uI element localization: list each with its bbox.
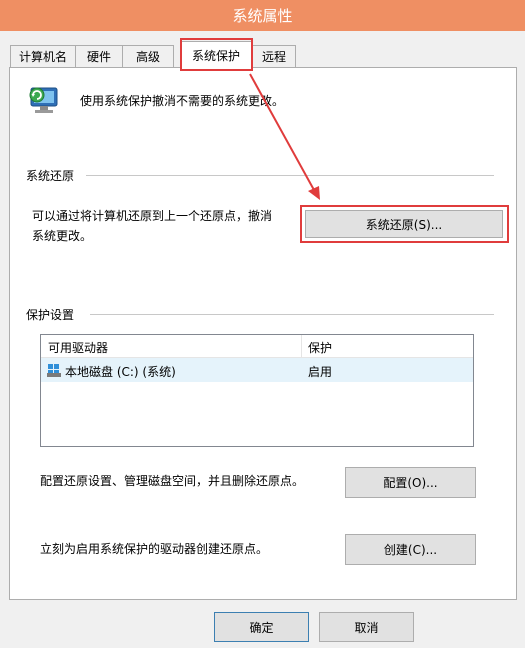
annotation-arrow-icon [249, 73, 320, 200]
